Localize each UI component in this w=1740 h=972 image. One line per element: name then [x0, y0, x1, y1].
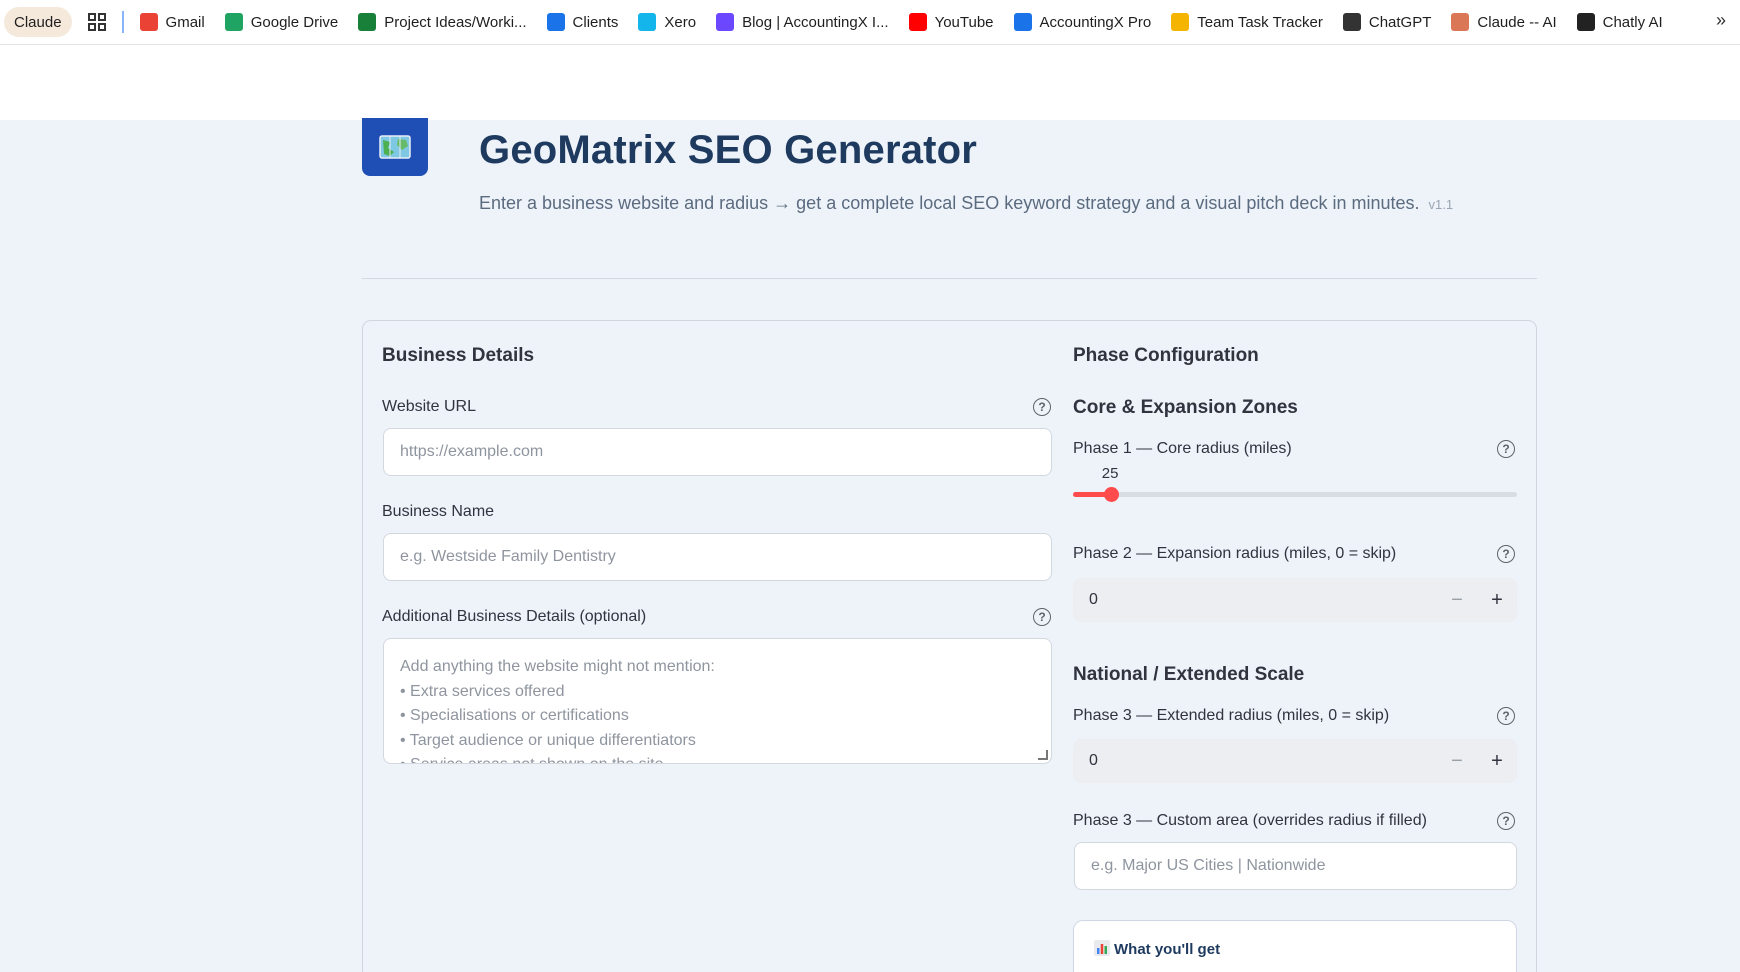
page-subtitle: Enter a business website and radius → ge… — [479, 193, 1453, 214]
info-title-text: What you'll get — [1114, 941, 1221, 958]
phase1-label: Phase 1 — Core radius (miles) — [1073, 440, 1292, 457]
bookmark-label: Team Task Tracker — [1197, 13, 1323, 31]
phase3-label: Phase 3 — Extended radius (miles, 0 = sk… — [1073, 707, 1390, 724]
business-name-input[interactable]: e.g. Westside Family Dentistry — [383, 533, 1052, 581]
bookmarks-separator — [121, 11, 124, 33]
phase2-increment-button[interactable]: + — [1477, 578, 1517, 622]
chatgpt-icon — [1342, 13, 1361, 31]
app-logo — [362, 118, 428, 176]
bookmark-item[interactable]: Gmail — [130, 7, 215, 37]
header-divider — [362, 278, 1537, 279]
additional-details-label: Additional Business Details (optional) — [382, 608, 647, 625]
phase1-slider-value: 25 — [1101, 465, 1119, 482]
phase1-slider-thumb[interactable] — [1103, 487, 1119, 502]
business-name-label: Business Name — [382, 503, 495, 520]
bookmark-item[interactable]: Project Ideas/Worki... — [348, 7, 536, 37]
phase3-value[interactable]: 0 — [1073, 752, 1437, 770]
more-bookmarks-icon[interactable]: » — [1716, 10, 1726, 31]
what-youll-get-card: What you'll get — [1073, 920, 1517, 972]
additional-details-textarea[interactable]: Add anything the website might not menti… — [383, 638, 1052, 764]
phase2-label: Phase 2 — Expansion radius (miles, 0 = s… — [1073, 545, 1397, 562]
core-expansion-heading: Core & Expansion Zones — [1073, 397, 1298, 418]
resize-handle-icon[interactable] — [1038, 750, 1048, 760]
phase3-increment-button[interactable]: + — [1477, 739, 1517, 783]
phase3-custom-help-icon[interactable]: ? — [1497, 812, 1515, 830]
phase2-value[interactable]: 0 — [1073, 591, 1437, 609]
subtitle-text: Enter a business website and radius → ge… — [479, 193, 1420, 213]
bookmark-list: Gmail Google Drive Project Ideas/Worki... C… — [130, 7, 1673, 37]
bookmark-label: ChatGPT — [1368, 13, 1432, 31]
claude-icon — [1451, 13, 1470, 31]
bookmark-item[interactable]: Xero — [628, 7, 706, 37]
bookmark-label: Chatly AI — [1602, 13, 1663, 31]
bookmark-item[interactable]: YouTube — [899, 7, 1004, 37]
bookmark-item[interactable]: Team Task Tracker — [1161, 7, 1333, 37]
phase2-decrement-button[interactable]: − — [1437, 578, 1477, 622]
business-details-heading: Business Details — [382, 345, 535, 366]
phase3-custom-label: Phase 3 — Custom area (overrides radius … — [1073, 812, 1427, 829]
blog-icon — [716, 13, 735, 31]
bookmark-label: Claude -- AI — [1477, 13, 1557, 31]
gmail-icon — [139, 13, 158, 31]
phase1-help-icon[interactable]: ? — [1497, 440, 1515, 458]
map-icon — [379, 135, 411, 159]
phase3-number-input[interactable]: 0 − + — [1073, 739, 1517, 783]
bookmarks-bar: Claude Gmail Google Drive Project Ideas/Wo… — [0, 0, 1740, 45]
textarea-placeholder-line: Add anything the website might not menti… — [400, 658, 715, 675]
phase3-help-icon[interactable]: ? — [1497, 707, 1515, 725]
textarea-placeholder-line: • Extra services offered — [400, 682, 565, 700]
website-url-label: Website URL — [382, 398, 476, 415]
website-url-input[interactable]: https://example.com — [383, 428, 1052, 476]
bookmark-label: AccountingX Pro — [1039, 13, 1152, 31]
bookmark-item[interactable]: Clients — [537, 7, 629, 37]
top-band — [0, 45, 1740, 120]
google-drive-icon — [224, 13, 243, 31]
bookmark-item[interactable]: Claude -- AI — [1441, 7, 1566, 37]
phase3-decrement-button[interactable]: − — [1437, 739, 1477, 783]
chatly-icon — [1576, 13, 1595, 31]
accountingx-icon — [1013, 13, 1032, 31]
website-help-icon[interactable]: ? — [1033, 398, 1051, 416]
phase2-number-input[interactable]: 0 − + — [1073, 578, 1517, 622]
bookmark-label: YouTube — [934, 13, 994, 31]
phase3-custom-input[interactable]: e.g. Major US Cities | Nationwide — [1074, 842, 1517, 890]
bookmark-label: Google Drive — [250, 13, 339, 31]
bar-chart-icon — [1094, 940, 1110, 956]
national-extended-heading: National / Extended Scale — [1073, 664, 1305, 685]
phase1-slider-track[interactable] — [1073, 492, 1517, 497]
tab-group-label: Claude — [14, 13, 62, 31]
details-help-icon[interactable]: ? — [1033, 608, 1051, 626]
bookmark-item[interactable]: Google Drive — [215, 7, 349, 37]
tab-group-claude[interactable]: Claude — [4, 7, 72, 37]
bookmark-item[interactable]: AccountingX Pro — [1004, 7, 1162, 37]
xero-icon — [638, 13, 657, 31]
bookmark-label: Gmail — [165, 13, 205, 31]
what-youll-get-title: What you'll get — [1094, 940, 1220, 958]
phase2-help-icon[interactable]: ? — [1497, 545, 1515, 563]
apps-button[interactable] — [78, 7, 116, 37]
bookmark-item[interactable]: ChatGPT — [1333, 7, 1442, 37]
version-badge: v1.1 — [1428, 197, 1454, 212]
apps-grid-icon — [87, 13, 106, 31]
textarea-placeholder-line: • Specialisations or certifications — [400, 707, 629, 724]
textarea-placeholder-line: • Service areas not shown on the site — [400, 753, 1035, 763]
bookmark-label: Blog | AccountingX I... — [742, 13, 889, 31]
bookmark-label: Clients — [572, 13, 619, 31]
sheet-icon — [358, 13, 377, 31]
bookmark-label: Xero — [664, 13, 697, 31]
bookmark-label: Project Ideas/Worki... — [384, 13, 527, 31]
chart-icon — [1171, 13, 1190, 31]
bookmark-item[interactable]: Blog | AccountingX I... — [706, 7, 898, 37]
textarea-placeholder-line: • Target audience or unique differentiat… — [400, 731, 696, 749]
clients-icon — [546, 13, 565, 31]
phase-config-heading: Phase Configuration — [1073, 345, 1259, 366]
bookmark-item[interactable]: Chatly AI — [1567, 7, 1673, 37]
youtube-icon — [908, 13, 927, 31]
page-title: GeoMatrix SEO Generator — [479, 128, 978, 172]
